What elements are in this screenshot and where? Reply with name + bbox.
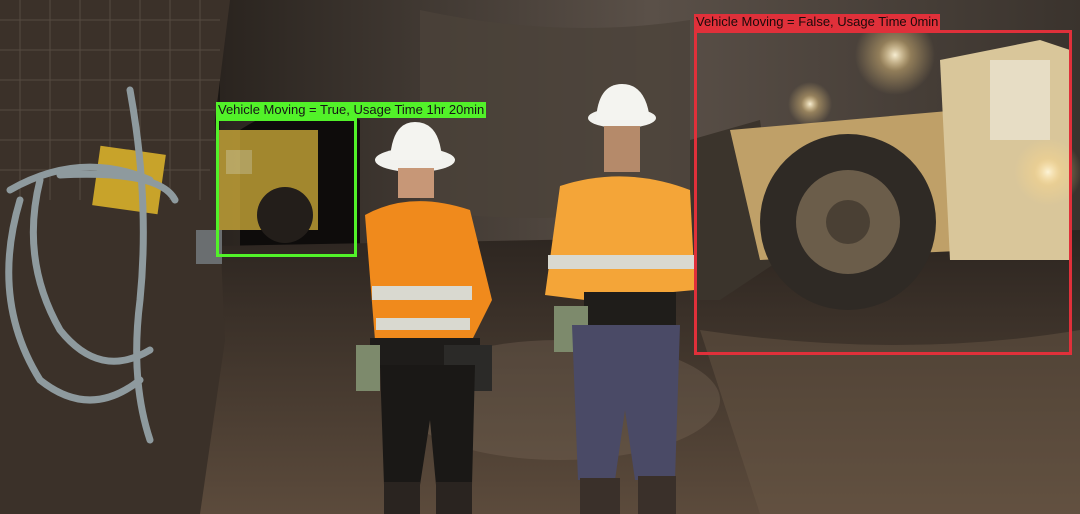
detection-label-moving-vehicle: Vehicle Moving = True, Usage Time 1hr 20… — [216, 102, 487, 118]
wet-floor-tracks — [700, 330, 1080, 514]
mine-tunnel-scene: Vehicle Moving = True, Usage Time 1hr 20… — [0, 0, 1080, 514]
detection-box-stationary-vehicle — [694, 30, 1072, 355]
detection-box-moving-vehicle — [216, 118, 357, 257]
detection-label-stationary-vehicle: Vehicle Moving = False, Usage Time 0min — [694, 14, 941, 30]
